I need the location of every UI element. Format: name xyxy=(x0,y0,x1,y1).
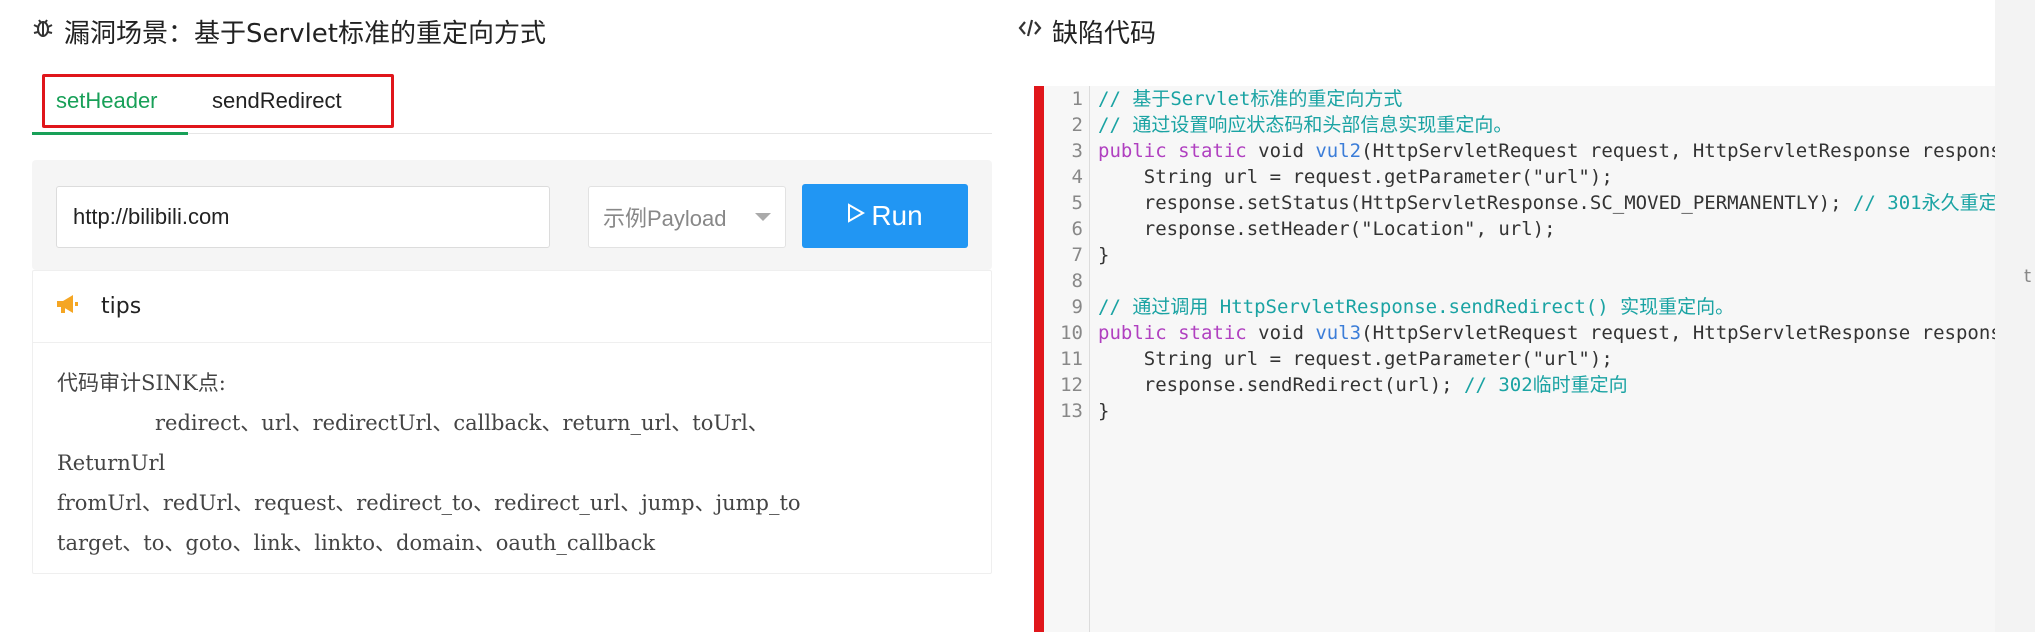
run-button[interactable]: Run xyxy=(802,184,968,248)
tab-sendredirect[interactable]: sendRedirect xyxy=(212,84,342,118)
code-line: public static void vul2(HttpServletReque… xyxy=(1098,138,1995,164)
code-line: public static void vul3(HttpServletReque… xyxy=(1098,320,1995,346)
code-token: public xyxy=(1098,322,1179,344)
code-token: response.sendRedirect(url); xyxy=(1098,374,1465,396)
code-token: static xyxy=(1178,322,1259,344)
scrollbar[interactable] xyxy=(1995,0,2035,632)
code-line: String url = request.getParameter("url")… xyxy=(1098,164,1995,190)
line-number: 2 xyxy=(1071,114,1083,136)
line-number: 7 xyxy=(1071,244,1083,266)
line-number: 13 xyxy=(1060,400,1083,422)
code-token: // 302临时重定向 xyxy=(1464,374,1628,396)
scenario-tabs: setHeader sendRedirect xyxy=(32,70,992,135)
left-panel: 漏洞场景：基于Servlet标准的重定向方式 setHeader sendRed… xyxy=(0,0,1000,632)
code-token: response.setHeader("Location", url); xyxy=(1098,218,1556,240)
code-line: response.sendRedirect(url); // 302临时重定向 xyxy=(1098,372,1995,398)
chevron-down-icon xyxy=(755,213,771,221)
megaphone-icon xyxy=(55,293,79,321)
tips-line: redirect、url、redirectUrl、callback、return… xyxy=(155,411,769,435)
code-line: // 通过调用 HttpServletResponse.sendRedirect… xyxy=(1098,294,1995,320)
code-token: response.setStatus(HttpServletResponse.S… xyxy=(1098,192,1853,214)
line-number: 6 xyxy=(1071,218,1083,240)
code-highlight-bar xyxy=(1034,86,1044,632)
line-number: 4 xyxy=(1071,166,1083,188)
code-line: // 通过设置响应状态码和头部信息实现重定向。 xyxy=(1098,112,1995,138)
code-token: } xyxy=(1098,400,1110,422)
code-line: String url = request.getParameter("url")… xyxy=(1098,346,1995,372)
code-line: response.setHeader("Location", url); xyxy=(1098,216,1995,242)
code-token: // 通过调用 HttpServletResponse.sendRedirect… xyxy=(1098,296,1735,318)
code-token: // 通过设置响应状态码和头部信息实现重定向。 xyxy=(1098,114,1513,136)
tips-line: target、to、goto、link、linkto、domain、oauth_… xyxy=(57,531,656,555)
code-token: vul2 xyxy=(1315,140,1362,162)
line-number: 8 xyxy=(1071,270,1083,292)
code-line: } xyxy=(1098,242,1995,268)
code-token: void xyxy=(1258,140,1316,162)
code-icon xyxy=(1018,18,1042,44)
code-token: public xyxy=(1098,140,1179,162)
tips-label: tips xyxy=(101,294,142,319)
play-icon xyxy=(847,203,866,229)
code-token: static xyxy=(1178,140,1259,162)
code-token: String url = request.getParameter("url")… xyxy=(1098,348,1613,370)
line-number: 9 xyxy=(1071,296,1083,318)
line-number: 3 xyxy=(1071,140,1083,162)
code-token: } xyxy=(1098,244,1110,266)
edge-fragment: t xyxy=(2024,266,2032,287)
tips-card: tips 代码审计SINK点: redirect、url、redirectUrl… xyxy=(32,270,992,574)
code-editor[interactable]: 1 2 3 4 5 6 7 8 9 10 11 12 13 // 基于Servlet标准的重定向方式//… xyxy=(1044,86,1995,632)
scenario-title-text: 漏洞场景：基于Servlet标准的重定向方式 xyxy=(64,18,546,49)
tab-setheader[interactable]: setHeader xyxy=(56,84,158,118)
code-token: // 基于Servlet标准的重定向方式 xyxy=(1098,88,1403,110)
line-number: 10 xyxy=(1060,322,1083,344)
active-tab-indicator xyxy=(32,132,188,135)
scenario-title: 漏洞场景：基于Servlet标准的重定向方式 xyxy=(32,14,546,49)
line-number: 12 xyxy=(1060,374,1083,396)
bug-icon xyxy=(32,17,54,45)
url-input[interactable] xyxy=(56,186,550,248)
run-card: 示例Payload Run xyxy=(32,160,992,270)
code-token: vul3 xyxy=(1315,322,1362,344)
code-token: (HttpServletRequest request, HttpServlet… xyxy=(1361,140,1995,162)
tips-line: fromUrl、redUrl、request、redirect_to、redir… xyxy=(57,491,801,515)
tips-line: ReturnUrl xyxy=(57,451,166,475)
tips-header: tips xyxy=(33,271,991,343)
line-number-gutter: 1 2 3 4 5 6 7 8 9 10 11 12 13 xyxy=(1044,86,1090,632)
payload-select-label: 示例Payload xyxy=(603,206,727,231)
code-token: // 301永久重定 xyxy=(1852,192,1995,214)
code-lines: // 基于Servlet标准的重定向方式 // 通过设置响应状态码和头部信息实现重… xyxy=(1098,86,1995,424)
code-line: // 基于Servlet标准的重定向方式 xyxy=(1098,86,1995,112)
tips-body: 代码审计SINK点: redirect、url、redirectUrl、call… xyxy=(33,343,991,563)
code-title: 缺陷代码 xyxy=(1018,14,1157,49)
code-line: } xyxy=(1098,398,1995,424)
code-token: String url = request.getParameter("url")… xyxy=(1098,166,1613,188)
code-title-text: 缺陷代码 xyxy=(1052,18,1157,49)
run-button-label: Run xyxy=(871,200,923,231)
line-number: 1 xyxy=(1071,88,1083,110)
code-token: (HttpServletRequest request, HttpServlet… xyxy=(1361,322,1995,344)
code-line: response.setStatus(HttpServletResponse.S… xyxy=(1098,190,1995,216)
tips-line: 代码审计SINK点: xyxy=(57,371,226,395)
code-token: void xyxy=(1258,322,1316,344)
payload-select[interactable]: 示例Payload xyxy=(588,186,786,248)
line-number: 11 xyxy=(1060,348,1083,370)
line-number: 5 xyxy=(1071,192,1083,214)
